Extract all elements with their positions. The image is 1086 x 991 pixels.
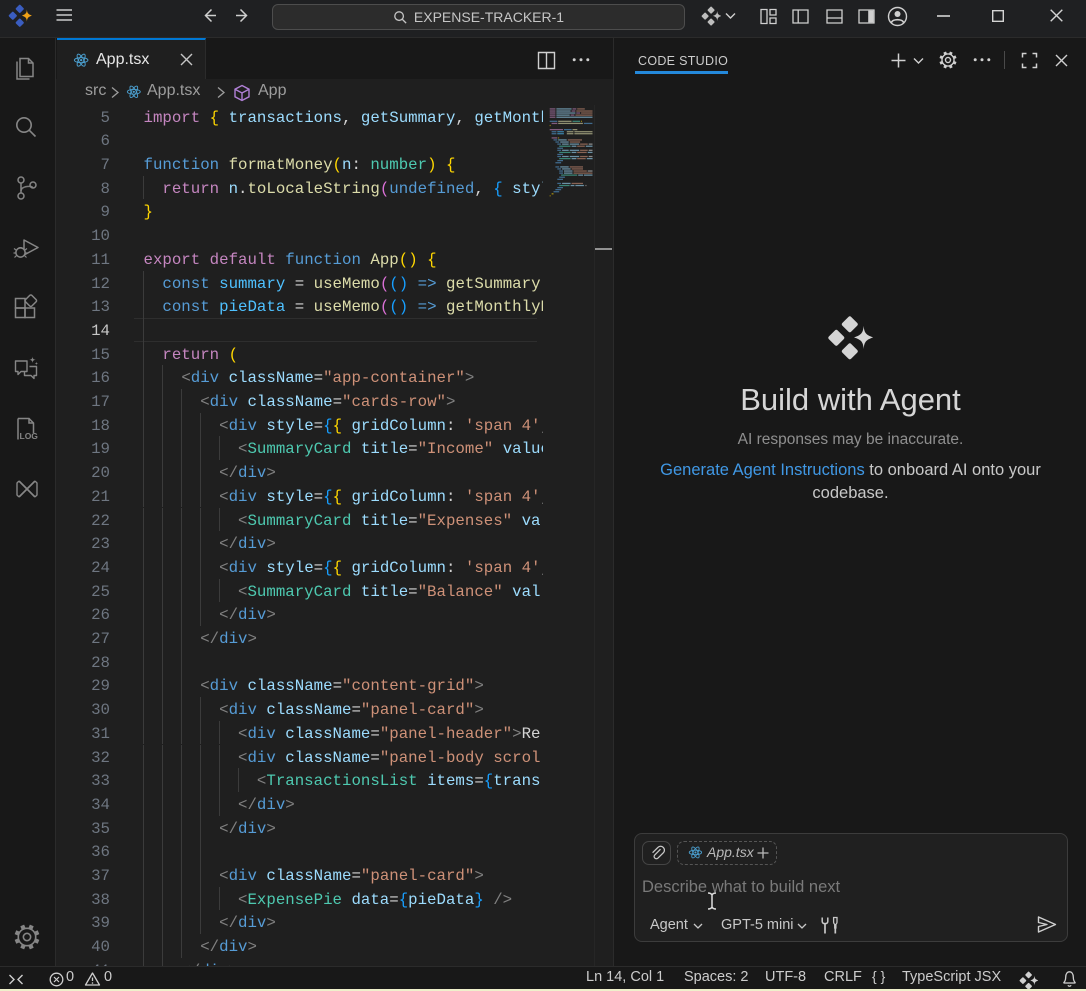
svg-text:LOG: LOG <box>20 431 39 441</box>
